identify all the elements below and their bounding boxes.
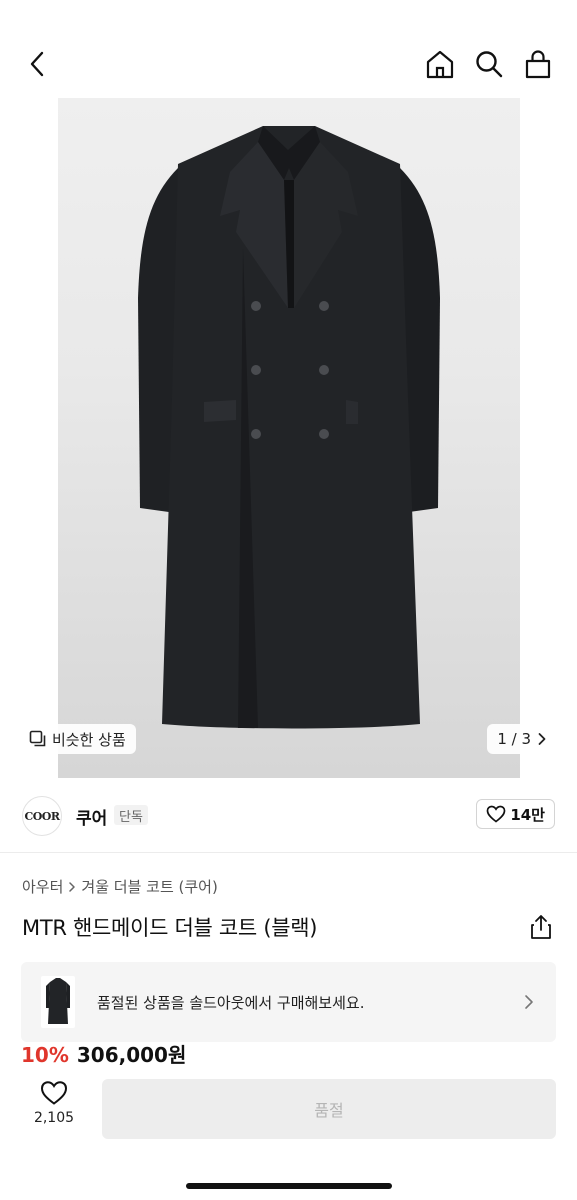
image-counter[interactable]: 1 / 3	[487, 724, 555, 754]
search-icon	[476, 51, 503, 78]
soldout-banner-text: 품절된 상품을 솔드아웃에서 구매해보세요.	[97, 994, 365, 1012]
share-icon	[531, 915, 551, 939]
breadcrumb: 아우터 겨울 더블 코트 (쿠어)	[22, 876, 218, 897]
wishlist-count: 2,105	[33, 1110, 75, 1126]
heart-icon	[40, 1081, 68, 1105]
breadcrumb-item-category[interactable]: 겨울 더블 코트 (쿠어)	[81, 876, 217, 897]
soldout-banner[interactable]: 품절된 상품을 솔드아웃에서 구매해보세요.	[21, 962, 556, 1042]
search-button[interactable]	[470, 46, 508, 82]
wishlist-button[interactable]: 2,105	[22, 1080, 86, 1140]
shopping-bag-button[interactable]	[519, 46, 557, 82]
home-button[interactable]	[421, 46, 459, 82]
sale-price: 306,000원	[76, 1043, 187, 1067]
chevron-right-icon	[525, 995, 533, 1009]
coat-image	[138, 126, 440, 729]
soldout-thumbnail	[41, 976, 75, 1028]
image-counter-text: 1 / 3	[497, 730, 531, 748]
product-title: MTR 핸드메이드 더블 코트 (블랙)	[22, 916, 318, 940]
product-photo[interactable]	[58, 98, 520, 778]
shopping-bag-icon	[525, 50, 551, 79]
brand-row[interactable]: COOR 쿠어 단독 14만	[0, 778, 577, 853]
brand-logo-text: COOR	[24, 809, 60, 823]
similar-items-icon	[29, 730, 46, 747]
breadcrumb-item-outer[interactable]: 아우터	[22, 876, 63, 897]
home-icon	[426, 50, 454, 79]
product-image-gallery[interactable]: 비슷한 상품 1 / 3	[0, 98, 577, 778]
similar-products-button[interactable]: 비슷한 상품	[21, 724, 136, 754]
chevron-right-icon	[538, 733, 546, 745]
coat-thumbnail-image	[46, 978, 70, 1024]
soldout-purchase-button[interactable]: 품절	[102, 1079, 556, 1139]
bottom-action-bar: 2,105 품절	[0, 1070, 577, 1200]
heart-icon	[486, 805, 506, 823]
brand-logo[interactable]: COOR	[22, 796, 62, 836]
brand-like-button[interactable]: 14만	[476, 799, 555, 829]
share-button[interactable]	[529, 914, 553, 940]
similar-products-label: 비슷한 상품	[52, 730, 126, 749]
home-indicator	[186, 1183, 392, 1189]
price-row: 10% 306,000원	[21, 1039, 186, 1068]
back-icon	[30, 51, 44, 77]
discount-rate: 10%	[21, 1043, 69, 1067]
back-button[interactable]	[20, 46, 56, 82]
chevron-right-icon	[69, 881, 76, 892]
top-navigation-bar	[0, 0, 577, 98]
exclusive-badge: 단독	[114, 805, 148, 825]
brand-name[interactable]: 쿠어	[76, 804, 107, 829]
brand-like-count: 14만	[510, 805, 545, 824]
